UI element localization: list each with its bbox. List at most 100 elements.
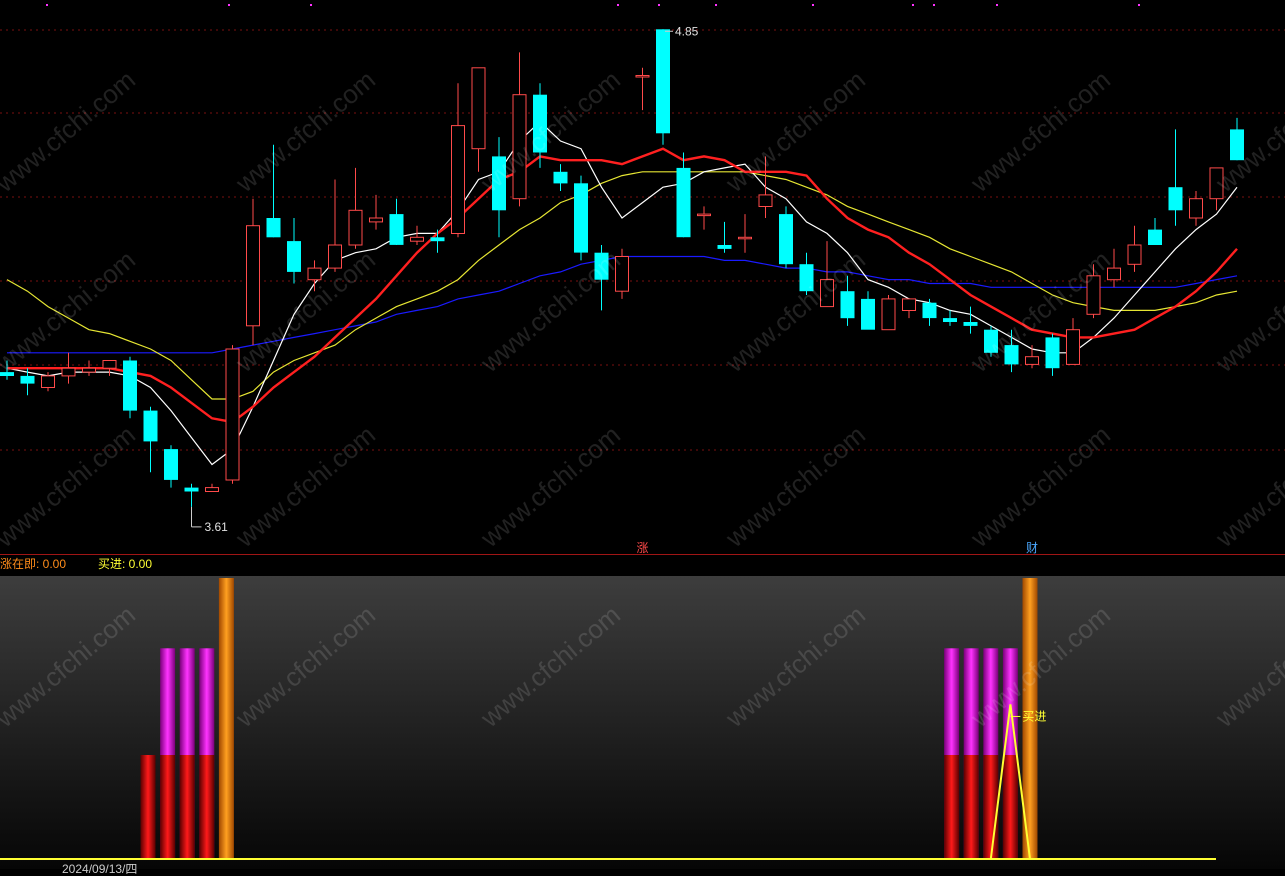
candle[interactable] [164, 445, 178, 488]
candle-body [389, 214, 404, 245]
candle[interactable] [799, 252, 814, 295]
candle[interactable] [102, 360, 117, 376]
candlesticks[interactable] [0, 29, 1244, 507]
candle[interactable] [1189, 191, 1203, 226]
candle[interactable] [1025, 345, 1039, 369]
top-marker-dot [996, 4, 998, 6]
candle[interactable] [676, 152, 691, 238]
candle[interactable] [287, 218, 301, 284]
candle[interactable] [635, 67, 650, 111]
candle[interactable] [1045, 333, 1060, 376]
event-marker: 涨 [636, 540, 648, 555]
candle[interactable] [225, 345, 240, 484]
candle[interactable] [1066, 318, 1080, 365]
candle-body [963, 322, 978, 326]
legend-rising-soon: 涨在即: 0.00 [0, 557, 67, 571]
candle[interactable] [574, 175, 588, 261]
candle[interactable] [963, 306, 978, 334]
candle[interactable] [184, 483, 199, 507]
candle-body [1168, 187, 1183, 211]
candle[interactable] [20, 368, 35, 396]
candle-body [471, 67, 486, 150]
candle[interactable] [0, 360, 14, 380]
candle[interactable] [533, 83, 547, 168]
indicator-chart[interactable]: 买进 [0, 576, 1285, 869]
candle-body [984, 329, 998, 353]
candle[interactable] [717, 221, 732, 253]
candle[interactable] [1168, 129, 1183, 226]
signal-bar-red [1002, 755, 1018, 859]
candle-body [410, 236, 424, 242]
candle[interactable] [1127, 225, 1142, 272]
top-marker-dot [933, 4, 935, 6]
price-annotations: 4.85 3.61 涨 财 [191, 24, 1038, 555]
top-marker-dot [715, 4, 717, 6]
candle[interactable] [307, 260, 322, 292]
candle[interactable] [553, 164, 568, 191]
candle-body [1209, 167, 1224, 200]
buy-label: 买进 [1022, 709, 1046, 723]
candle[interactable] [410, 225, 424, 245]
candle-body [143, 410, 158, 442]
candle-body [307, 267, 322, 281]
candle-body [779, 214, 793, 265]
candle[interactable] [246, 198, 260, 346]
candle-body [184, 487, 199, 492]
candle[interactable] [389, 198, 404, 245]
top-marker-dot [228, 4, 230, 6]
candle[interactable] [902, 298, 916, 319]
top-marker-dot [617, 4, 619, 6]
candle[interactable] [143, 406, 158, 473]
candle[interactable] [369, 194, 383, 230]
candle-body [1045, 337, 1060, 369]
candle[interactable] [779, 206, 793, 269]
candle-body [225, 348, 240, 481]
candle-body [697, 213, 711, 217]
candle[interactable] [697, 206, 711, 230]
signal-bar-red [160, 755, 176, 859]
candle[interactable] [943, 310, 957, 326]
candle[interactable] [758, 156, 773, 218]
candle[interactable] [1086, 264, 1101, 319]
candle-body [820, 279, 834, 308]
candle-body [266, 218, 281, 238]
candle[interactable] [820, 241, 834, 308]
candle[interactable] [1148, 218, 1162, 245]
candle[interactable] [123, 356, 137, 419]
candle[interactable] [738, 214, 752, 253]
candle[interactable] [1230, 117, 1244, 161]
candle[interactable] [594, 245, 609, 311]
price-chart[interactable]: 4.85 3.61 涨 财 [0, 0, 1285, 556]
candle-body [881, 298, 896, 331]
candle[interactable] [1004, 329, 1019, 373]
candle[interactable] [492, 137, 506, 238]
candle[interactable] [615, 248, 629, 299]
candle-body [574, 183, 588, 253]
candle[interactable] [348, 167, 363, 249]
candle[interactable] [840, 275, 855, 326]
candle-body [164, 449, 178, 480]
candle[interactable] [61, 352, 76, 384]
candle[interactable] [451, 83, 465, 238]
candle[interactable] [512, 52, 527, 207]
top-marker-dot [812, 4, 814, 6]
candle[interactable] [656, 29, 670, 145]
candle[interactable] [861, 291, 875, 330]
candle[interactable] [881, 295, 896, 331]
candle[interactable] [82, 360, 96, 376]
candle[interactable] [984, 325, 998, 357]
signal-bar-red [963, 755, 979, 859]
candle[interactable] [1209, 167, 1224, 211]
candle[interactable] [328, 179, 342, 272]
high-price-label: 4.85 [675, 24, 699, 38]
candle[interactable] [922, 298, 937, 326]
candle-body [348, 209, 363, 246]
candle[interactable] [471, 67, 486, 172]
candle[interactable] [1107, 248, 1121, 288]
signal-bar-red [944, 755, 960, 859]
candle[interactable] [266, 144, 281, 238]
candle-body [328, 244, 342, 269]
candle-body [246, 225, 260, 327]
candle-body [656, 29, 670, 134]
candle[interactable] [205, 483, 219, 493]
